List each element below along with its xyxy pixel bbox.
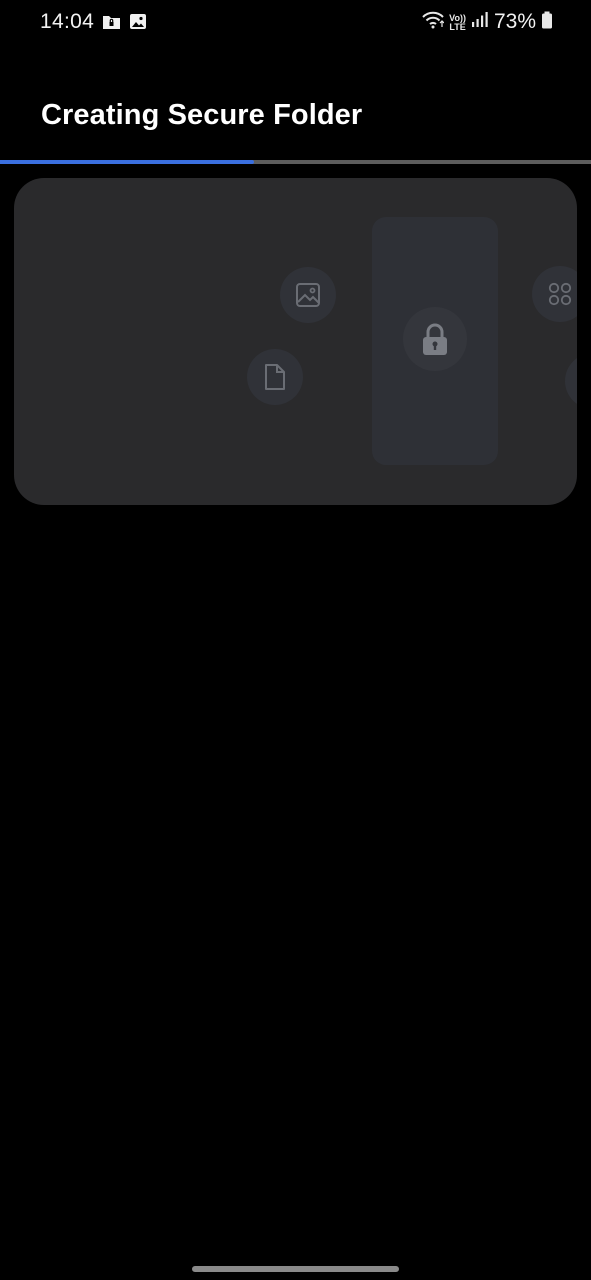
status-time: 14:04 <box>40 10 95 33</box>
status-left-icons <box>102 13 147 35</box>
status-bar: 14:04 Vo)) LTE 73% <box>0 0 591 46</box>
phone-frame <box>372 217 498 465</box>
page-title: Creating Secure Folder <box>41 99 363 131</box>
battery-icon <box>541 11 553 34</box>
file-icon <box>247 349 303 405</box>
image-icon <box>280 267 336 323</box>
secure-folder-icon <box>102 13 121 35</box>
wifi-icon <box>422 11 445 34</box>
navigation-handle[interactable] <box>192 1266 399 1272</box>
lock-icon <box>403 307 467 371</box>
battery-percent: 73% <box>493 10 536 33</box>
signal-icon <box>471 11 489 33</box>
illustration-card <box>14 178 577 505</box>
volte-bottom: LTE <box>449 21 466 32</box>
apps-grid-icon <box>532 266 577 322</box>
partial-icon <box>565 353 577 409</box>
progress-bar <box>0 160 591 164</box>
volte-icon: Vo)) LTE <box>449 13 466 32</box>
image-icon <box>129 13 147 35</box>
status-right-icons: Vo)) LTE 73% <box>422 10 553 34</box>
progress-fill <box>0 160 255 164</box>
